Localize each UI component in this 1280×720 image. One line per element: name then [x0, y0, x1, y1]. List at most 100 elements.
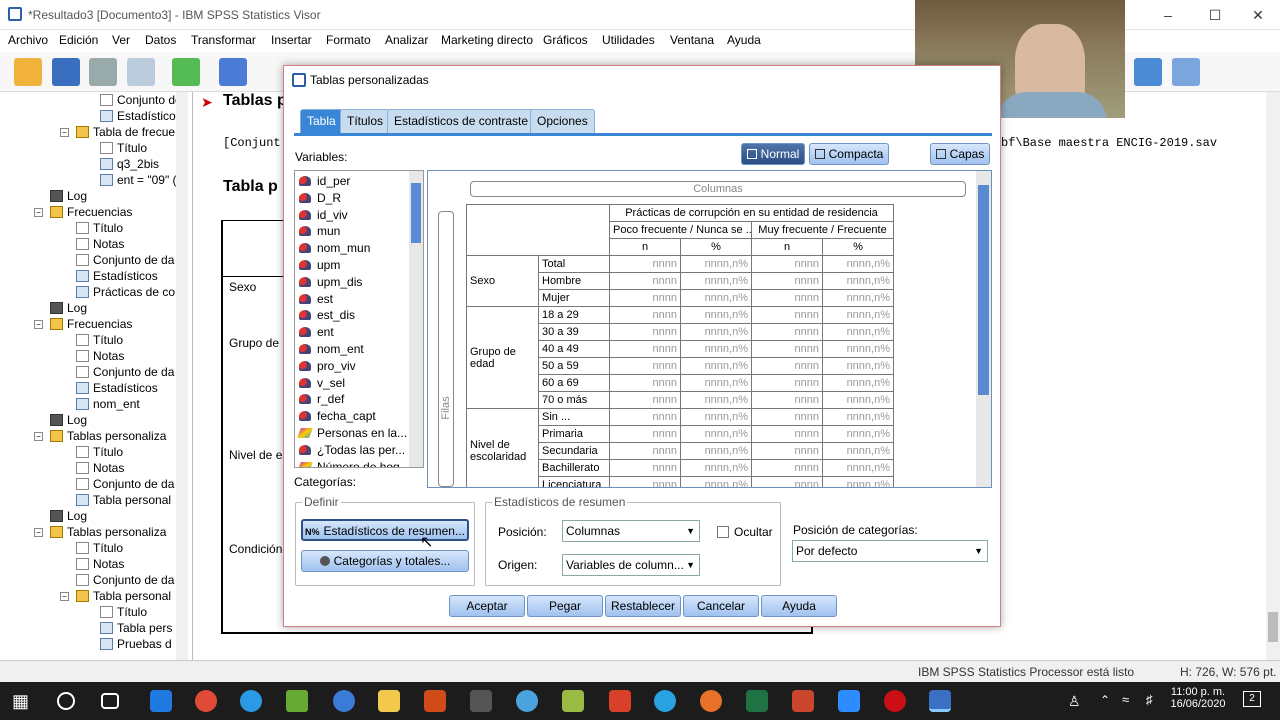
recall-dialog-icon[interactable]: [219, 58, 247, 86]
menu-analizar[interactable]: Analizar: [385, 33, 428, 47]
variable-item[interactable]: Número de hog...: [297, 459, 410, 467]
categories-totals-button[interactable]: Categorías y totales...: [301, 550, 469, 572]
ie-icon[interactable]: [240, 690, 262, 712]
layers-button[interactable]: Capas: [930, 143, 990, 165]
tree-node[interactable]: Estadísticos: [100, 108, 182, 124]
reset-button[interactable]: Restablecer: [605, 595, 681, 617]
collapse-toggle-icon[interactable]: −: [34, 320, 43, 329]
category-position-select[interactable]: Por defecto ▼: [792, 540, 988, 562]
menu-formato[interactable]: Formato: [326, 33, 371, 47]
tree-node[interactable]: Conjunto de da: [76, 476, 174, 492]
tree-node[interactable]: Título: [76, 444, 123, 460]
tree-node[interactable]: Título: [100, 140, 147, 156]
menu-ayuda[interactable]: Ayuda: [727, 33, 761, 47]
tree-node[interactable]: Tabla pers: [100, 620, 172, 636]
tree-node[interactable]: nom_ent: [76, 396, 140, 412]
tree-node[interactable]: Conjunto de da: [100, 92, 187, 108]
tab-tabla[interactable]: Tabla: [300, 109, 343, 133]
menu-ver[interactable]: Ver: [112, 33, 130, 47]
menu-transformar[interactable]: Transformar: [191, 33, 256, 47]
menu-archivo[interactable]: Archivo: [8, 33, 48, 47]
variable-item[interactable]: ¿Todas las per...: [299, 442, 405, 459]
export-icon[interactable]: [172, 58, 200, 86]
notifications-icon[interactable]: 2: [1243, 691, 1261, 707]
tree-node[interactable]: Título: [76, 332, 123, 348]
rows-drop-zone[interactable]: Filas: [438, 211, 454, 487]
tab-estadisticos-contraste[interactable]: Estadísticos de contraste: [387, 109, 536, 133]
variable-item[interactable]: mun: [299, 223, 340, 240]
menu-datos[interactable]: Datos: [145, 33, 176, 47]
variable-item[interactable]: fecha_capt: [299, 408, 376, 425]
menu-utilidades[interactable]: Utilidades: [602, 33, 655, 47]
excel-icon[interactable]: [746, 690, 768, 712]
tab-opciones[interactable]: Opciones: [530, 109, 595, 133]
maximize-button[interactable]: ☐: [1205, 5, 1225, 25]
wifi-icon[interactable]: ≈: [1122, 692, 1129, 707]
explorer-icon[interactable]: [378, 690, 400, 712]
collapse-toggle-icon[interactable]: −: [60, 592, 69, 601]
output-scroll-thumb[interactable]: [1268, 612, 1278, 642]
variable-item[interactable]: upm: [299, 257, 340, 274]
menu-insertar[interactable]: Insertar: [271, 33, 312, 47]
app-colors-icon[interactable]: [286, 690, 308, 712]
variable-item[interactable]: pro_viv: [299, 358, 356, 375]
collapse-toggle-icon[interactable]: −: [34, 208, 43, 217]
edge-icon[interactable]: [150, 690, 172, 712]
view-compact-button[interactable]: Compacta: [809, 143, 889, 165]
canvas-scrollbar[interactable]: [976, 171, 991, 487]
collapse-toggle-icon[interactable]: −: [34, 528, 43, 537]
variable-item[interactable]: D_R: [299, 190, 341, 207]
copy-icon[interactable]: [1134, 58, 1162, 86]
teamviewer-icon[interactable]: [654, 690, 676, 712]
tree-node[interactable]: Log: [50, 300, 87, 316]
tree-node[interactable]: Log: [50, 412, 87, 428]
variable-item[interactable]: est_dis: [299, 307, 355, 324]
app-green-icon[interactable]: [562, 690, 584, 712]
tree-node[interactable]: Tabla personal: [76, 492, 171, 508]
variable-item[interactable]: id_per: [299, 173, 350, 190]
accept-button[interactable]: Aceptar: [449, 595, 525, 617]
acrobat-icon[interactable]: [424, 690, 446, 712]
powerpoint-icon[interactable]: [792, 690, 814, 712]
spss-taskbar-icon[interactable]: [929, 690, 951, 712]
hide-checkbox[interactable]: [717, 526, 729, 538]
variable-item[interactable]: upm_dis: [299, 274, 362, 291]
designate-window-icon[interactable]: [1172, 58, 1200, 86]
collapse-toggle-icon[interactable]: −: [34, 432, 43, 441]
tab-titulos[interactable]: Títulos: [340, 109, 391, 133]
tree-node[interactable]: Estadísticos: [76, 380, 158, 396]
tree-node[interactable]: Tabla de frecue: [76, 124, 175, 140]
variables-list[interactable]: id_per D_R id_viv mun nom_mun upm upm_dis est es…: [294, 170, 424, 468]
tree-node[interactable]: Log: [50, 188, 87, 204]
open-folder-icon[interactable]: [14, 58, 42, 86]
volume-icon[interactable]: ♯: [1146, 692, 1153, 707]
view-normal-button[interactable]: Normal: [741, 143, 805, 165]
tree-node[interactable]: Log: [50, 508, 87, 524]
minimize-button[interactable]: –: [1158, 5, 1178, 25]
cancel-button[interactable]: Cancelar: [683, 595, 759, 617]
chrome-icon[interactable]: [195, 690, 217, 712]
variable-item[interactable]: est: [299, 291, 333, 308]
variable-item[interactable]: Personas en la...: [297, 425, 407, 442]
menu-marketing[interactable]: Marketing directo: [441, 33, 533, 47]
search-icon[interactable]: [57, 692, 75, 710]
tree-node[interactable]: Título: [100, 604, 147, 620]
close-button[interactable]: ✕: [1248, 5, 1268, 25]
variables-scroll-thumb[interactable]: [411, 183, 421, 243]
tree-node[interactable]: Frecuencias: [50, 204, 132, 220]
people-icon[interactable]: ♙: [1068, 693, 1081, 710]
zoom-icon[interactable]: [838, 690, 860, 712]
position-select[interactable]: Columnas ▼: [562, 520, 700, 542]
preview-table[interactable]: Prácticas de corrupción en su entidad de…: [466, 204, 894, 487]
tree-node[interactable]: Notas: [76, 236, 124, 252]
tree-node[interactable]: Notas: [76, 556, 124, 572]
task-view-icon[interactable]: [101, 693, 119, 709]
variable-item[interactable]: r_def: [299, 391, 344, 408]
variable-item[interactable]: nom_mun: [299, 240, 370, 257]
columns-drop-zone[interactable]: Columnas: [470, 181, 966, 197]
tree-node[interactable]: Conjunto de da: [76, 572, 174, 588]
output-scrollbar[interactable]: [1266, 92, 1280, 660]
windows-start-icon[interactable]: ▦: [12, 690, 34, 712]
tree-node[interactable]: Tablas personaliza: [50, 524, 166, 540]
tray-chevron-icon[interactable]: ⌃: [1100, 693, 1110, 707]
